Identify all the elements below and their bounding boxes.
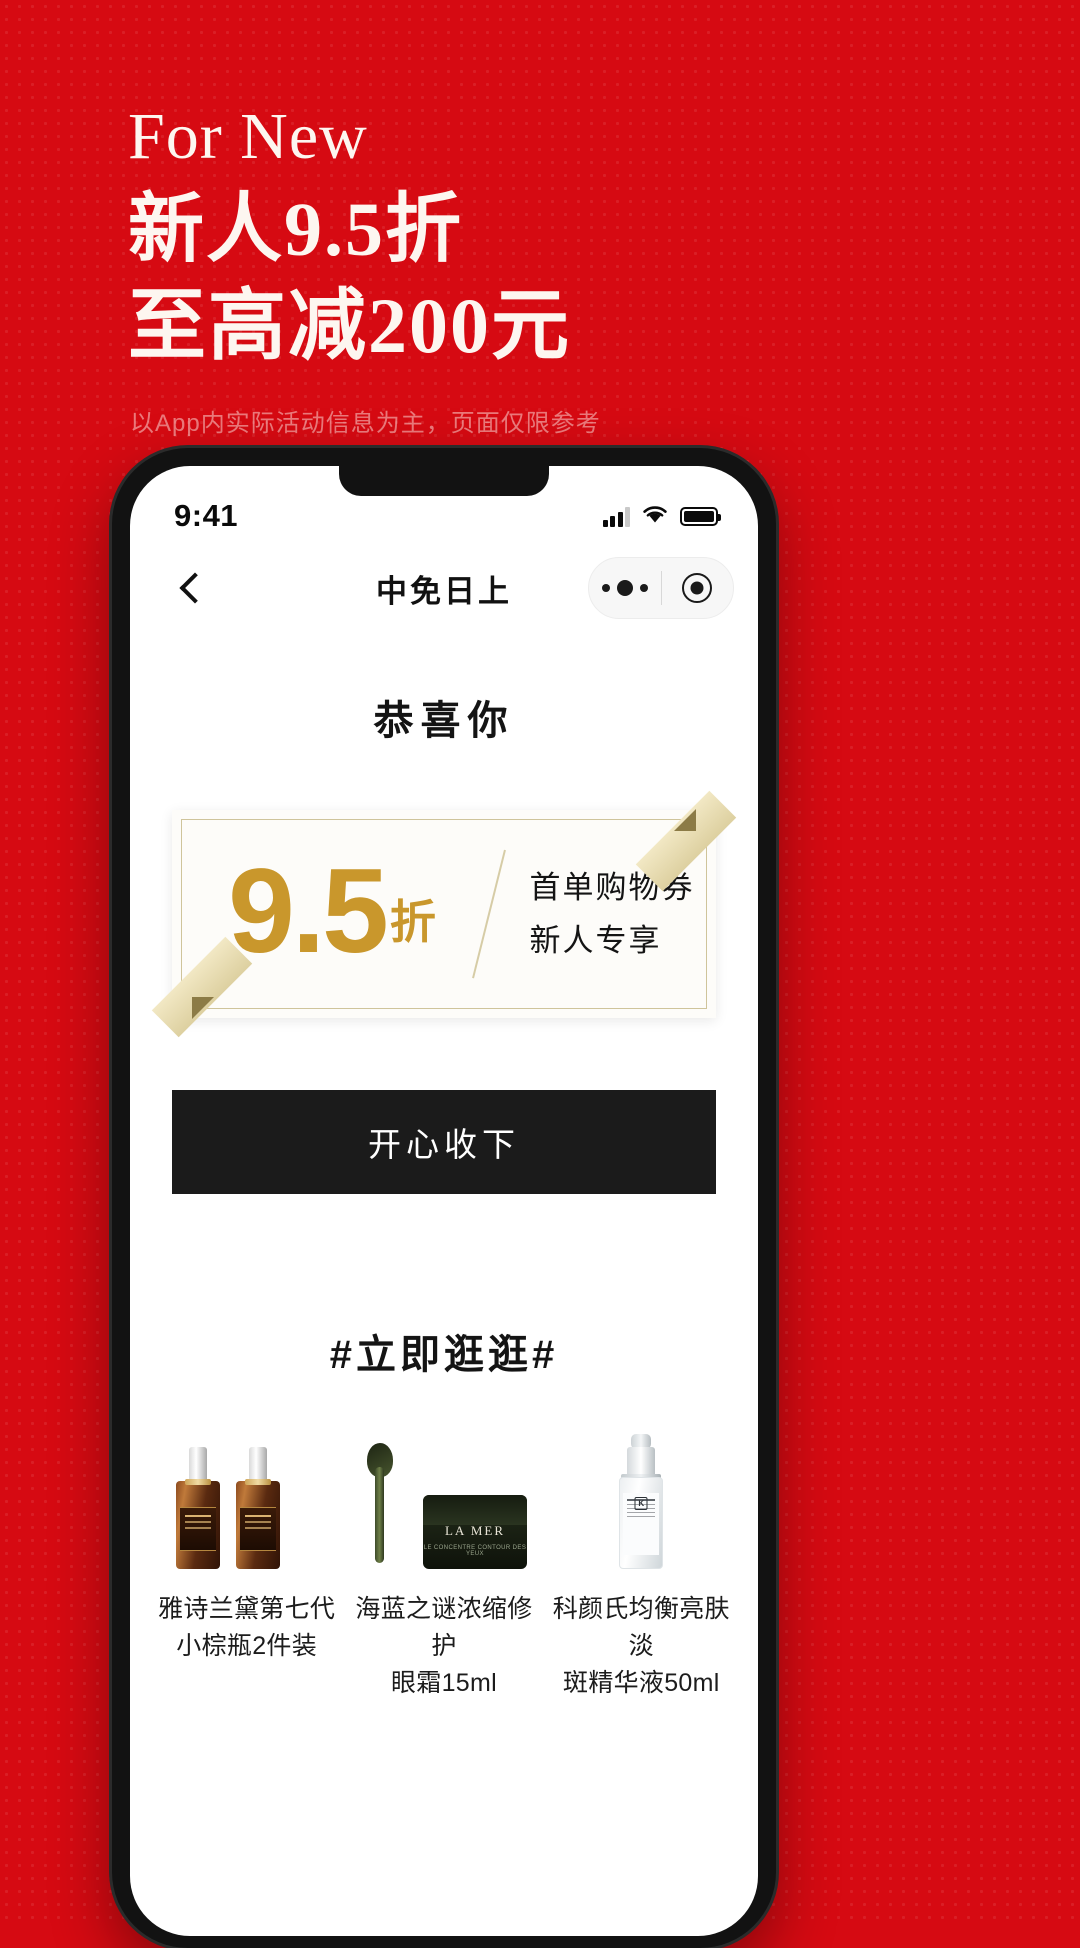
cellular-signal-icon xyxy=(602,506,630,527)
bottle-collar xyxy=(184,1479,211,1485)
coupon-card[interactable]: 9.5 折 首单购物券 新人专享 xyxy=(151,790,737,1038)
hero-disclaimer-note: 以App内实际活动信息为主，页面仅限参考 xyxy=(130,410,601,438)
wifi-icon xyxy=(641,503,669,529)
hero-english-headline: For New xyxy=(128,100,368,173)
coupon-ribbon-notch-bottom-left xyxy=(192,997,214,1019)
applicator-stick xyxy=(374,1467,384,1563)
serum-bottle-right xyxy=(235,1447,280,1569)
shop-now-section-title: #立即逛逛# xyxy=(329,1333,559,1377)
navigation-bar: 中免日上 xyxy=(130,544,758,632)
product-item[interactable]: 雅诗兰黛第七代 小棕瓶2件装 xyxy=(148,1434,345,1702)
target-circle-icon[interactable] xyxy=(662,573,734,603)
hero-banner: For New 新人9.5折 至高减200元 以App内实际活动信息为主，页面仅… xyxy=(0,0,1080,438)
bottle-cap xyxy=(248,1447,267,1483)
coupon-inner-border: 9.5 折 首单购物券 新人专享 xyxy=(181,819,707,1009)
page-content: 恭喜你 9.5 折 首单购物券 新人专享 开心收下 #立即逛逛# 雅诗兰黛第七代… xyxy=(130,688,758,1702)
product-name: 海蓝之谜浓缩修护 眼霜15ml xyxy=(355,1595,533,1697)
product-item[interactable]: LA MER LE CONCENTRE CONTOUR DES YEUX 海蓝之… xyxy=(345,1434,542,1702)
product-name: 雅诗兰黛第七代 小棕瓶2件装 xyxy=(158,1595,336,1660)
hero-headline-line1: 新人9.5折 xyxy=(128,188,463,272)
coupon-ribbon-notch-top-right xyxy=(674,809,696,831)
serum-bottle-left xyxy=(175,1447,220,1569)
congrats-heading: 恭喜你 xyxy=(373,699,515,743)
bottle-label: K xyxy=(623,1493,660,1555)
product-name: 科颜氏均衡亮肤淡 斑精华液50ml xyxy=(552,1595,730,1697)
jar-brand-text: LA MER xyxy=(444,1523,505,1538)
claim-coupon-button-label: 开心收下 xyxy=(368,1126,520,1163)
dropper-cap xyxy=(627,1447,656,1477)
cream-jar-lid xyxy=(422,1495,527,1525)
status-icons-group xyxy=(602,503,721,529)
product-item[interactable]: K 科颜氏均衡亮肤淡 斑精华液50ml xyxy=(543,1434,740,1702)
miniprogram-capsule xyxy=(588,557,734,619)
coupon-discount-unit: 折 xyxy=(389,896,436,949)
phone-notch xyxy=(339,466,549,496)
bottle-label xyxy=(239,1507,276,1551)
la-mer-eye-cream-image: LA MER LE CONCENTRE CONTOUR DES YEUX xyxy=(349,1434,539,1569)
estee-lauder-serum-2pack-image xyxy=(152,1434,342,1569)
eye-cream-illustration: LA MER LE CONCENTRE CONTOUR DES YEUX xyxy=(349,1434,539,1569)
bottle-label xyxy=(179,1507,216,1551)
more-dots-icon[interactable] xyxy=(589,580,661,596)
battery-icon xyxy=(680,506,721,526)
bottle-collar xyxy=(244,1479,271,1485)
phone-mockup-frame: 9:41 中免日上 恭喜你 9.5 折 首单购物券 新人专享 开心收下 #立即逛… xyxy=(112,448,776,1948)
kiehls-serum-image: K xyxy=(546,1434,736,1569)
status-time: 9:41 xyxy=(174,498,239,533)
jar-subtitle-text: LE CONCENTRE CONTOUR DES YEUX xyxy=(423,1545,527,1557)
coupon-description-line2: 新人专享 xyxy=(529,923,662,958)
bottle-cap xyxy=(188,1447,207,1483)
claim-coupon-button[interactable]: 开心收下 xyxy=(172,1090,716,1194)
product-list: 雅诗兰黛第七代 小棕瓶2件装 LA MER LE CONCENTRE CONTOU… xyxy=(130,1434,758,1702)
coupon-discount-amount: 9.5 xyxy=(228,843,389,978)
serum-bottle-illustration: K xyxy=(605,1434,677,1569)
phone-screen: 9:41 中免日上 恭喜你 9.5 折 首单购物券 新人专享 开心收下 #立即逛… xyxy=(130,466,758,1936)
hero-headline-line2: 至高减200元 xyxy=(128,281,572,369)
